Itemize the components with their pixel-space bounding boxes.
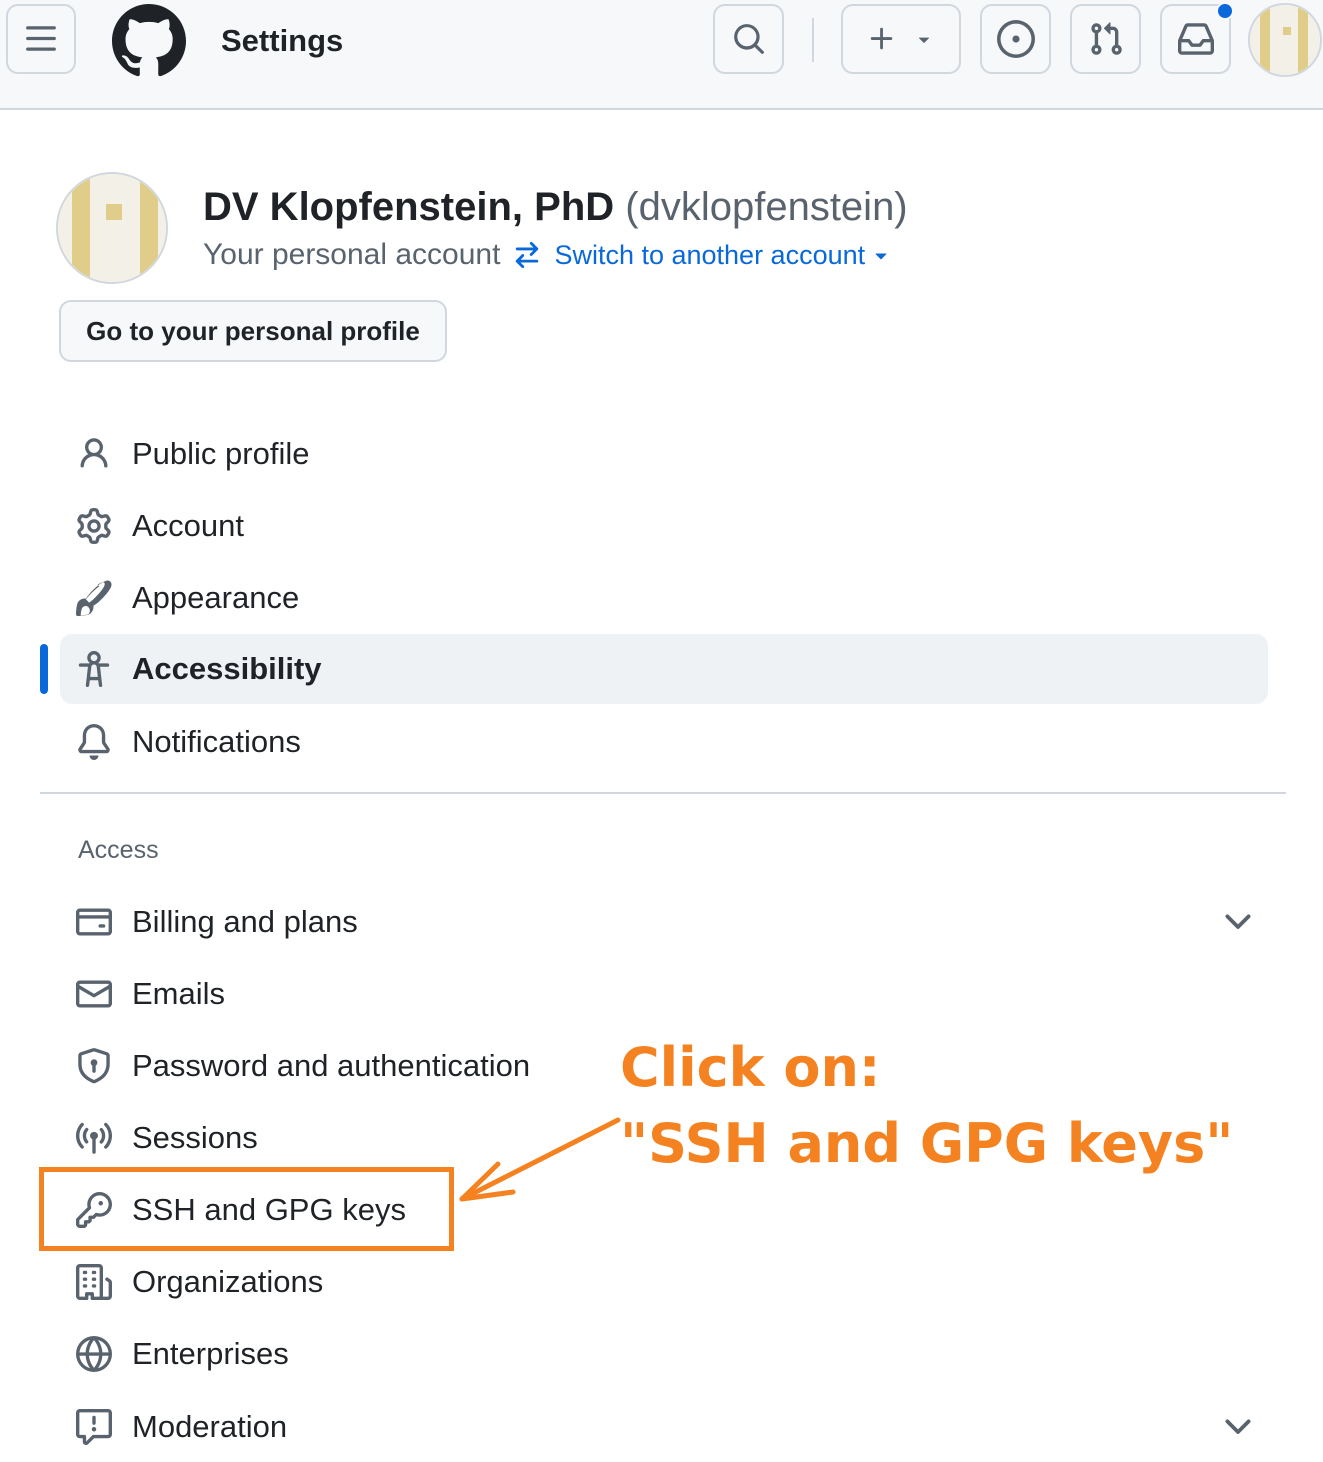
sidebar-item-moderation[interactable]: Moderation	[60, 1392, 1268, 1462]
triangle-down-icon	[913, 28, 935, 50]
user-avatar[interactable]	[1248, 3, 1322, 77]
sidebar-item-account[interactable]: Account	[60, 491, 1268, 561]
sidebar-item-label: Appearance	[132, 580, 300, 615]
sidebar-item-emails[interactable]: Emails	[60, 959, 1268, 1029]
highlight-box	[39, 1167, 454, 1251]
username: (dvklopfenstein)	[625, 185, 908, 229]
search-button[interactable]	[713, 4, 784, 74]
display-name: DV Klopfenstein, PhD	[203, 185, 615, 229]
sidebar-item-public-profile[interactable]: Public profile	[60, 419, 1268, 489]
sidebar-item-enterprises[interactable]: Enterprises	[60, 1319, 1268, 1389]
issues-button[interactable]	[980, 4, 1051, 74]
sidebar-item-appearance[interactable]: Appearance	[60, 563, 1268, 633]
sidebar-item-label: Accessibility	[132, 651, 322, 686]
unread-indicator	[1216, 2, 1234, 20]
chevron-down-icon[interactable]	[1218, 1407, 1258, 1447]
callout-text-line2: "SSH and GPG keys"	[620, 1112, 1234, 1175]
account-name: DV Klopfenstein, PhD (dvklopfenstein)	[203, 183, 908, 231]
accessibility-icon	[76, 651, 112, 687]
hamburger-icon	[24, 22, 58, 56]
section-divider	[40, 792, 1286, 794]
inbox-icon	[1177, 21, 1214, 57]
sidebar-item-label: Emails	[132, 976, 226, 1011]
sidebar-item-notifications[interactable]: Notifications	[60, 707, 1268, 777]
sidebar-item-billing[interactable]: Billing and plans	[60, 887, 1268, 957]
sidebar-item-label: Account	[132, 508, 245, 543]
organization-icon	[76, 1264, 112, 1300]
menu-button[interactable]	[6, 4, 76, 74]
pull-requests-button[interactable]	[1070, 4, 1141, 74]
chevron-down-icon[interactable]	[1218, 902, 1258, 942]
shield-lock-icon	[76, 1048, 112, 1084]
create-new-button[interactable]	[841, 4, 961, 74]
github-logo[interactable]	[112, 4, 186, 78]
callout-text-line1: Click on:	[620, 1036, 881, 1099]
header-divider	[812, 18, 814, 62]
account-type-label: Your personal account	[203, 238, 501, 271]
github-mark-icon	[112, 4, 186, 78]
section-heading-access: Access	[78, 836, 159, 864]
account-subtitle: Your personal account Switch to another …	[203, 234, 893, 276]
triangle-down-icon	[869, 243, 893, 267]
person-icon	[76, 436, 112, 472]
paintbrush-icon	[76, 580, 112, 616]
sidebar-item-label: Billing and plans	[132, 904, 358, 939]
sidebar-item-accessibility[interactable]: Accessibility	[60, 634, 1268, 704]
issue-opened-icon	[996, 20, 1035, 58]
switch-account-label: Switch to another account	[554, 240, 866, 270]
gear-icon	[76, 508, 112, 544]
sidebar-item-label: Sessions	[132, 1120, 258, 1155]
globe-icon	[76, 1336, 112, 1372]
account-avatar	[56, 172, 168, 284]
sidebar-item-organizations[interactable]: Organizations	[60, 1247, 1268, 1317]
credit-card-icon	[76, 904, 112, 940]
bell-icon	[76, 724, 112, 760]
arrow-switch-icon	[512, 240, 542, 270]
search-icon	[732, 22, 766, 56]
switch-account-link[interactable]: Switch to another account	[554, 234, 893, 276]
report-icon	[76, 1409, 112, 1445]
page-title: Settings	[221, 23, 344, 58]
active-indicator	[40, 644, 48, 694]
go-to-profile-button[interactable]: Go to your personal profile	[59, 300, 447, 362]
sidebar-item-label: Enterprises	[132, 1336, 289, 1371]
sidebar-item-label: Notifications	[132, 724, 301, 759]
sidebar-item-label: Organizations	[132, 1264, 324, 1299]
sidebar-item-label: Password and authentication	[132, 1048, 531, 1083]
mail-icon	[76, 976, 112, 1012]
broadcast-icon	[76, 1120, 112, 1156]
sidebar-item-label: Moderation	[132, 1409, 288, 1444]
sidebar-item-label: Public profile	[132, 436, 310, 471]
plus-icon	[867, 24, 897, 54]
git-pull-request-icon	[1088, 21, 1124, 57]
